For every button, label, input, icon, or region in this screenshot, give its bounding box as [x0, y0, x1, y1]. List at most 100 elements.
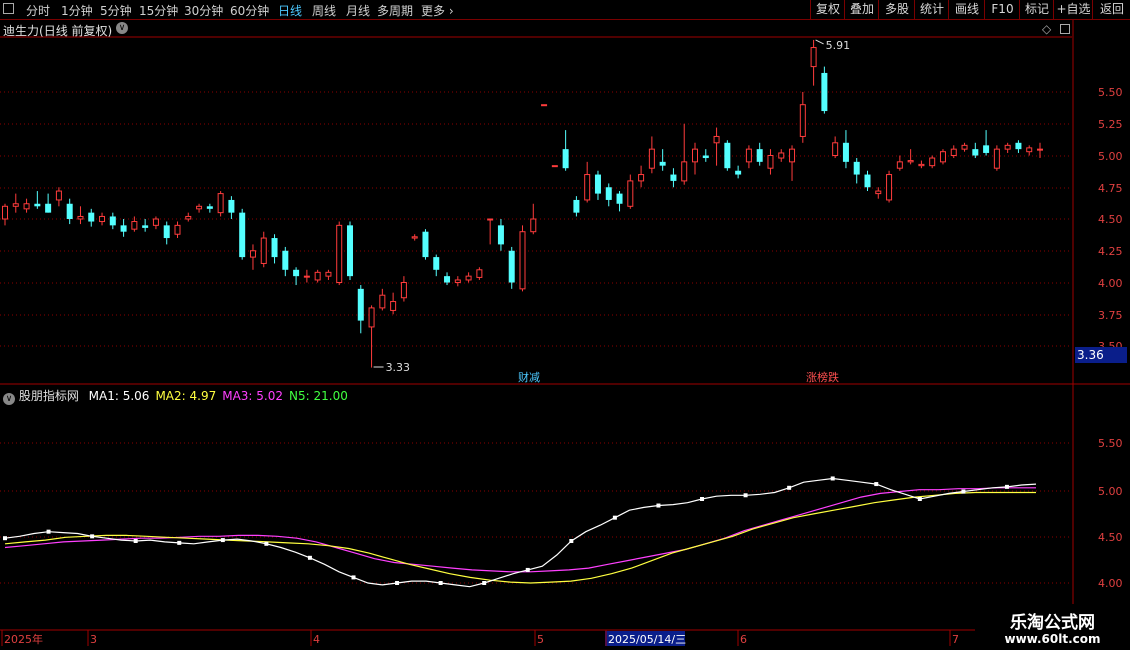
candle-body [260, 237, 267, 264]
ma1-line-marker [3, 536, 7, 541]
candle-body [594, 174, 601, 194]
candle-body [778, 152, 785, 159]
ma1-line-marker [177, 540, 182, 545]
candle-body [745, 148, 752, 163]
candle-body [454, 279, 461, 283]
candle-body [821, 72, 828, 112]
time-label: 4 [313, 633, 320, 646]
candle-body [109, 216, 116, 226]
time-label: 3 [90, 633, 97, 646]
ma1-line-marker [656, 503, 661, 508]
candle-body [228, 199, 235, 213]
candle-body [789, 148, 796, 163]
diamond-icon[interactable]: ◇ [1042, 22, 1051, 36]
indicator-y-tick: 4.00 [1098, 577, 1123, 590]
candle-body [185, 215, 192, 220]
candle-body [519, 231, 526, 290]
candle-body [605, 187, 612, 200]
ma1-line-marker [700, 497, 705, 501]
candle-body [616, 193, 623, 204]
candle-body [648, 148, 655, 169]
ma1-line-marker [569, 539, 574, 543]
candle-body [357, 288, 364, 321]
candle-body [692, 148, 698, 163]
candle-body [120, 225, 127, 232]
candle-body [627, 180, 634, 207]
indicator-header: ∨ 股朋指标网 MA1: 5.06 MA2: 4.97 MA3: 5.02 N5: 2… [3, 387, 348, 405]
ma1-line-marker [438, 581, 443, 585]
time-label: 7 [952, 633, 959, 646]
panel-toggle-icon[interactable] [1060, 24, 1070, 34]
candle-body [993, 148, 1000, 169]
ma1-line-marker [787, 485, 792, 490]
indicator-collapse-icon[interactable]: ∨ [3, 393, 15, 405]
candle-body [1004, 144, 1011, 150]
candle-body [1015, 142, 1022, 150]
candle-body [271, 238, 278, 258]
period-label: (日线 前复权) [39, 24, 113, 38]
main-y-tick: 5.25 [1098, 118, 1123, 131]
price-tag: 3.36 [1075, 347, 1127, 363]
ma1-line-marker [46, 529, 51, 534]
candle-body [174, 224, 181, 235]
candle-body [45, 203, 52, 213]
ma1-line-marker [1004, 484, 1009, 489]
main-y-tick: 4.50 [1098, 213, 1123, 226]
high-label: 5.91 [826, 39, 851, 52]
candle-body [314, 271, 321, 281]
main-y-tick: 5.00 [1098, 150, 1123, 163]
candle-body [864, 174, 871, 188]
candle-body [907, 160, 914, 163]
candle-body [950, 148, 957, 156]
candle-body [918, 163, 925, 167]
candle-body [659, 161, 666, 166]
candle-body [55, 190, 62, 201]
watermark-url: www.60lt.com [1004, 632, 1101, 646]
time-label: 2025年 [4, 632, 43, 646]
candle-body [961, 144, 968, 150]
candle-body [972, 149, 979, 156]
candle-body [832, 142, 839, 157]
candle-body [767, 155, 774, 169]
candle-body [196, 205, 203, 210]
candle-body [131, 221, 138, 230]
candle-body [303, 275, 310, 278]
candle-body [433, 257, 440, 270]
time-label: 5 [537, 633, 544, 646]
candle-body [422, 231, 429, 258]
candle-body [66, 203, 73, 219]
time-label: 2025/05/14/三 [608, 633, 686, 646]
candle-body [152, 218, 159, 226]
candle-body [390, 301, 397, 311]
ma1-line-marker [351, 575, 356, 580]
main-y-tick: 4.75 [1098, 182, 1123, 195]
event-label: 财减 [518, 370, 540, 384]
watermark-title: 乐淘公式网 [1010, 613, 1095, 633]
watermark: 乐淘公式网 www.60lt.com [975, 604, 1130, 650]
indicator-y-tick: 4.50 [1098, 531, 1123, 544]
time-label: 6 [740, 633, 747, 646]
ma1-line-marker [264, 541, 269, 546]
kline-chart[interactable]: 5.505.255.004.754.504.254.003.753.505.50… [0, 0, 1130, 650]
ma1-line-marker [961, 489, 966, 494]
candle-body [368, 307, 375, 328]
panel-collapse-icon[interactable]: ∨ [116, 22, 128, 34]
candle-body [562, 149, 569, 169]
main-y-tick: 4.00 [1098, 277, 1123, 290]
candle-body [584, 174, 591, 201]
candle-body [23, 203, 30, 210]
candle-body [756, 149, 763, 162]
candle-body [681, 161, 688, 182]
ma1-line-marker [307, 555, 312, 560]
candle-body [638, 174, 645, 182]
ma1-line-marker [525, 567, 530, 572]
candle-body [929, 157, 936, 167]
candle-body [551, 165, 558, 168]
candle-body [1037, 148, 1043, 151]
candle-body [573, 199, 580, 213]
candle-body [541, 104, 548, 107]
ma1-line-marker [482, 581, 487, 585]
ma1-line-marker [395, 581, 400, 585]
candle-body [239, 212, 246, 258]
ma1-line-marker [133, 539, 138, 543]
